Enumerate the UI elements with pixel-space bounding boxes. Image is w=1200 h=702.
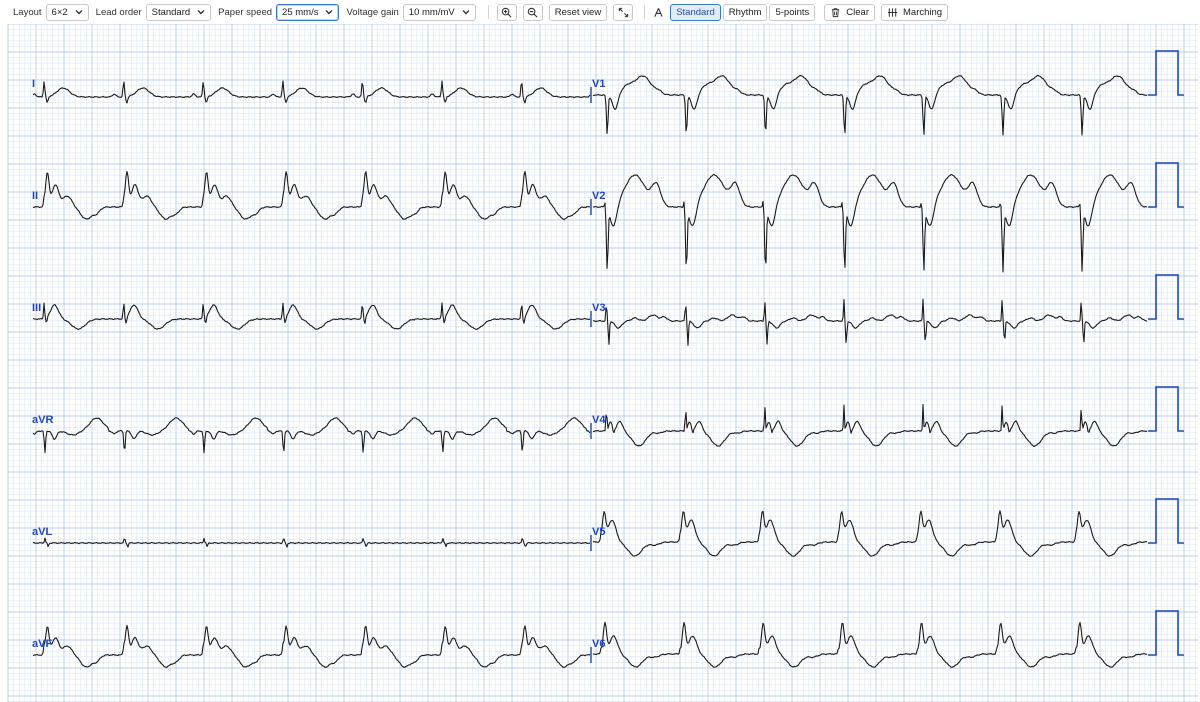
voltage-gain-select[interactable]: 10 mm/mV [402, 3, 476, 21]
mode-rhythm-button[interactable]: Rhythm [722, 3, 768, 21]
chevron-down-icon [462, 10, 470, 15]
voltage-gain-label: Voltage gain [346, 6, 399, 18]
ecg-lead-labels: IIIIIIaVRaVLaVFV1V2V3V4V5V6 [32, 78, 606, 663]
voltage-gain-value: 10 mm/mV [408, 6, 455, 18]
mode-standard-button[interactable]: Standard [670, 3, 721, 21]
measure-mode-group: Standard Rhythm 5-points [670, 3, 817, 21]
lead-label-v6: V6 [592, 638, 605, 650]
lead-label-v3: V3 [592, 302, 605, 314]
layout-label: Layout [13, 6, 42, 18]
chevron-down-icon [75, 10, 83, 15]
mode-5-points-button[interactable]: 5-points [769, 3, 816, 21]
layout-value: 6×2 [51, 6, 68, 18]
reset-view-button[interactable]: Reset view [548, 3, 608, 21]
marching-icon [887, 7, 898, 17]
zoom-in-button[interactable] [496, 3, 517, 21]
zoom-in-icon [501, 7, 512, 17]
lead-label-i: I [32, 78, 35, 90]
lead-trace-v3 [592, 298, 1148, 346]
grid-minor-lines [8, 24, 1198, 702]
lead-order-label: Lead order [95, 6, 142, 18]
lead-trace-v1 [592, 74, 1148, 136]
lead-label-v1: V1 [592, 78, 605, 90]
lead-label-avl: aVL [32, 526, 52, 538]
ecg-plot[interactable]: IIIIIIaVRaVLaVFV1V2V3V4V5V6 [0, 24, 1200, 702]
lead-label-avr: aVR [32, 414, 53, 426]
zoom-out-button[interactable] [522, 3, 543, 21]
ecg-traces [32, 50, 1184, 668]
paper-speed-select[interactable]: 25 mm/s [276, 3, 340, 21]
ecg-grid [7, 24, 1198, 702]
zoom-out-icon [527, 7, 538, 17]
lead-trace-v2 [592, 173, 1147, 273]
trash-icon [832, 7, 840, 17]
lead-label-avf: aVF [32, 638, 52, 650]
chevron-down-icon [325, 10, 333, 15]
caliper-icon [654, 7, 663, 17]
expand-icon [618, 7, 628, 17]
marching-label: Marching [903, 6, 943, 18]
lead-trace-v6 [592, 621, 1147, 668]
marching-button[interactable]: Marching [881, 3, 949, 21]
chevron-down-icon [197, 10, 205, 15]
grid-major-lines [7, 24, 1198, 702]
lead-label-v2: V2 [592, 190, 605, 202]
toolbar-divider [644, 5, 646, 19]
paper-speed-label: Paper speed [218, 6, 273, 18]
lead-label-iii: III [32, 302, 41, 314]
lead-label-v5: V5 [592, 526, 605, 538]
lead-order-value: Standard [151, 6, 191, 18]
toolbar: Layout 6×2 Lead order Standard Paper spe… [0, 0, 1200, 24]
lead-order-select[interactable]: Standard [145, 3, 212, 21]
clear-button[interactable]: Clear [824, 3, 875, 21]
lead-label-v4: V4 [592, 414, 606, 426]
paper-speed-value: 25 mm/s [282, 6, 319, 18]
toolbar-divider [487, 5, 489, 19]
fit-view-button[interactable] [613, 3, 634, 21]
clear-label: Clear [846, 6, 869, 18]
layout-select[interactable]: 6×2 [45, 3, 89, 21]
lead-label-ii: II [32, 190, 38, 202]
lead-trace-v4 [592, 403, 1148, 448]
